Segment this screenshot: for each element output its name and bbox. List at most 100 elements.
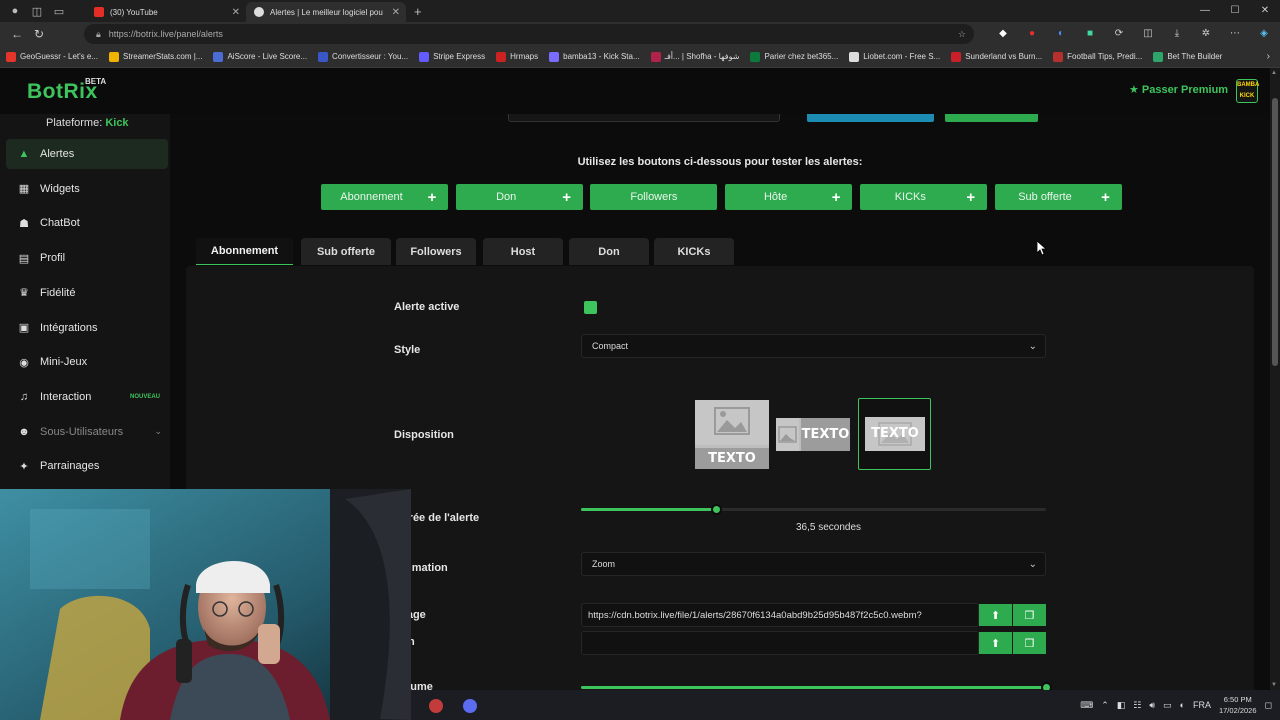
sidebar-item-profil[interactable]: ▤ Profil [6, 243, 168, 273]
gallery-icon[interactable]: ❐ [1013, 632, 1046, 654]
plus-icon[interactable]: + [551, 184, 583, 210]
test-alert-button[interactable]: Sub offerte + [994, 184, 1122, 210]
bookmark-item[interactable]: Liobet.com - Free S... [849, 51, 940, 62]
scrollbar-thumb[interactable] [1272, 98, 1278, 366]
bookmark-item[interactable]: Bet The Builder [1153, 51, 1222, 62]
scroll-down-icon[interactable]: ▼ [1271, 682, 1277, 688]
keyboard-icon[interactable]: ⌨ [1080, 700, 1093, 711]
test-alert-button[interactable]: Don + [455, 184, 583, 210]
sidebar-item-interaction[interactable]: ♫ Interaction NOUVEAU [6, 382, 168, 412]
style-select[interactable]: Compact ⌄ [581, 334, 1046, 358]
slider-handle[interactable] [710, 504, 722, 515]
plus-icon[interactable]: + [820, 184, 852, 210]
display-icon[interactable]: ▭ [1163, 700, 1172, 711]
upload-icon[interactable]: ⬆ [979, 632, 1012, 654]
test-alert-button[interactable]: Followers [590, 184, 718, 210]
plus-icon[interactable]: + [955, 184, 987, 210]
new-tab-icon[interactable]: + [414, 4, 422, 19]
tab-sub-offerte[interactable]: Sub offerte [301, 238, 391, 265]
reload-icon[interactable]: ↻ [28, 27, 50, 41]
tab-actions-icon[interactable]: ▭ [52, 4, 66, 18]
plus-icon[interactable]: + [416, 184, 448, 210]
url-field[interactable]: 🔒︎ https://botrix.live/panel/alerts ☆ [84, 24, 974, 44]
close-tab-icon[interactable]: ✕ [232, 7, 240, 18]
premium-link[interactable]: ★ Passer Premium [1129, 83, 1228, 96]
minimize-icon[interactable]: — [1190, 0, 1220, 22]
tab-don[interactable]: Don [569, 238, 649, 265]
upload-icon[interactable]: ⬆ [979, 604, 1012, 626]
image-url-input[interactable]: https://cdn.botrix.live/file/1/alerts/28… [581, 603, 979, 627]
tray-app-icon[interactable]: ◧ [1117, 700, 1126, 711]
clock[interactable]: 6:50 PM 17/02/2026 [1219, 694, 1257, 716]
plus-icon[interactable]: + [1090, 184, 1122, 210]
browser-tab-botrix[interactable]: Alertes | Le meilleur logiciel pou ✕ [246, 2, 406, 22]
extension-icon[interactable]: ◆ [992, 28, 1014, 40]
bookmark-item[interactable]: Sunderland vs Burn... [951, 51, 1042, 62]
bookmark-item[interactable]: Stripe Express [419, 51, 485, 62]
page-scrollbar[interactable]: ▲ ▼ [1270, 68, 1280, 690]
sidebar-item-sous-utilisateurs[interactable]: ☻ Sous-Utilisateurs ⌄ [6, 417, 168, 447]
chevron-up-icon[interactable]: ⌃ [1101, 700, 1109, 711]
layout-option-overlay-selected[interactable]: TEXTO [858, 398, 931, 470]
bookmark-item[interactable]: StreamerStats.com |... [109, 51, 202, 62]
test-alert-button[interactable]: KICKs + [859, 184, 987, 210]
volume-slider[interactable] [581, 682, 1052, 690]
split-screen-icon[interactable]: ◫ [1137, 28, 1159, 40]
tray-app-icon[interactable]: ◐ [1180, 700, 1185, 710]
slider-handle[interactable] [1041, 682, 1052, 690]
browser-tab-youtube[interactable]: (30) YouTube ✕ [86, 2, 246, 22]
bookmarks-overflow-icon[interactable]: › [1267, 51, 1270, 62]
sidebar-item-mini-jeux[interactable]: ◉ Mini-Jeux [6, 347, 168, 377]
close-tab-icon[interactable]: ✕ [392, 7, 400, 18]
bookmark-item[interactable]: GeoGuessr - Let's e... [6, 51, 98, 62]
layout-option-stacked[interactable]: TEXTO [695, 400, 769, 469]
copilot-icon[interactable]: ◈ [1253, 28, 1275, 40]
profile-icon[interactable]: ● [8, 4, 22, 18]
sidebar-item-widgets[interactable]: ▦ Widgets [6, 174, 168, 204]
extension-icon[interactable]: ● [1021, 28, 1043, 40]
favorite-star-icon[interactable]: ☆ [958, 29, 966, 40]
partially-hidden-button[interactable] [807, 114, 934, 122]
layout-option-side[interactable]: TEXTO [776, 418, 850, 451]
download-icon[interactable]: ⤓ [1166, 28, 1188, 40]
animation-select[interactable]: Zoom ⌄ [581, 552, 1046, 576]
avatar[interactable]: BAMBA KICK [1236, 79, 1259, 103]
volume-icon[interactable]: 🔊︎ [1149, 700, 1155, 711]
close-window-icon[interactable]: ✕ [1250, 0, 1280, 22]
extension-icon[interactable]: ◐ [1050, 28, 1072, 40]
tab-followers[interactable]: Followers [396, 238, 476, 265]
extensions-icon[interactable]: ✲ [1195, 28, 1217, 40]
test-alert-button[interactable]: Abonnement + [321, 184, 448, 210]
sound-url-input[interactable] [581, 631, 979, 655]
sidebar-item-alertes[interactable]: ▲ Alertes [6, 139, 168, 169]
partially-hidden-button[interactable] [945, 114, 1038, 122]
workspaces-icon[interactable]: ◫ [30, 4, 44, 18]
bookmark-item[interactable]: AiScore - Live Score... [213, 51, 307, 62]
maximize-icon[interactable]: ☐ [1220, 0, 1250, 22]
scroll-up-icon[interactable]: ▲ [1271, 70, 1277, 76]
network-icon[interactable]: ☷ [1133, 700, 1141, 711]
sidebar-item-fid-lit-[interactable]: ♛ Fidélité [6, 278, 168, 308]
tab-abonnement[interactable]: Abonnement [196, 238, 293, 265]
partially-hidden-input[interactable] [508, 114, 780, 122]
back-icon[interactable]: ← [6, 27, 28, 41]
tab-host[interactable]: Host [483, 238, 563, 265]
notification-icon[interactable]: ◻ [1265, 700, 1272, 711]
duration-slider[interactable] [581, 504, 1046, 515]
sidebar-item-chatbot[interactable]: ☗ ChatBot [6, 208, 168, 238]
language-indicator[interactable]: FRA [1193, 700, 1211, 710]
more-menu-icon[interactable]: ⋯ [1224, 28, 1246, 40]
alert-active-checkbox[interactable] [584, 301, 597, 314]
sidebar-item-parrainages[interactable]: ✦ Parrainages [6, 451, 168, 481]
tab-kicks[interactable]: KICKs [654, 238, 734, 265]
bookmark-item[interactable]: أفـ... | Shofha - شوفها [650, 51, 739, 62]
bookmark-item[interactable]: bamba13 - Kick Sta... [549, 51, 640, 62]
discord-taskbar-icon[interactable] [463, 699, 477, 713]
bookmark-item[interactable]: Hrmaps [496, 51, 538, 62]
bookmark-item[interactable]: Football Tips, Predi... [1053, 51, 1142, 62]
bookmark-item[interactable]: Convertisseur : You... [318, 51, 408, 62]
sidebar-item-int-grations[interactable]: ▣ Intégrations [6, 313, 168, 343]
refresh-extension-icon[interactable]: ⟳ [1108, 28, 1130, 40]
gallery-icon[interactable]: ❐ [1013, 604, 1046, 626]
obs-taskbar-icon[interactable] [429, 699, 443, 713]
